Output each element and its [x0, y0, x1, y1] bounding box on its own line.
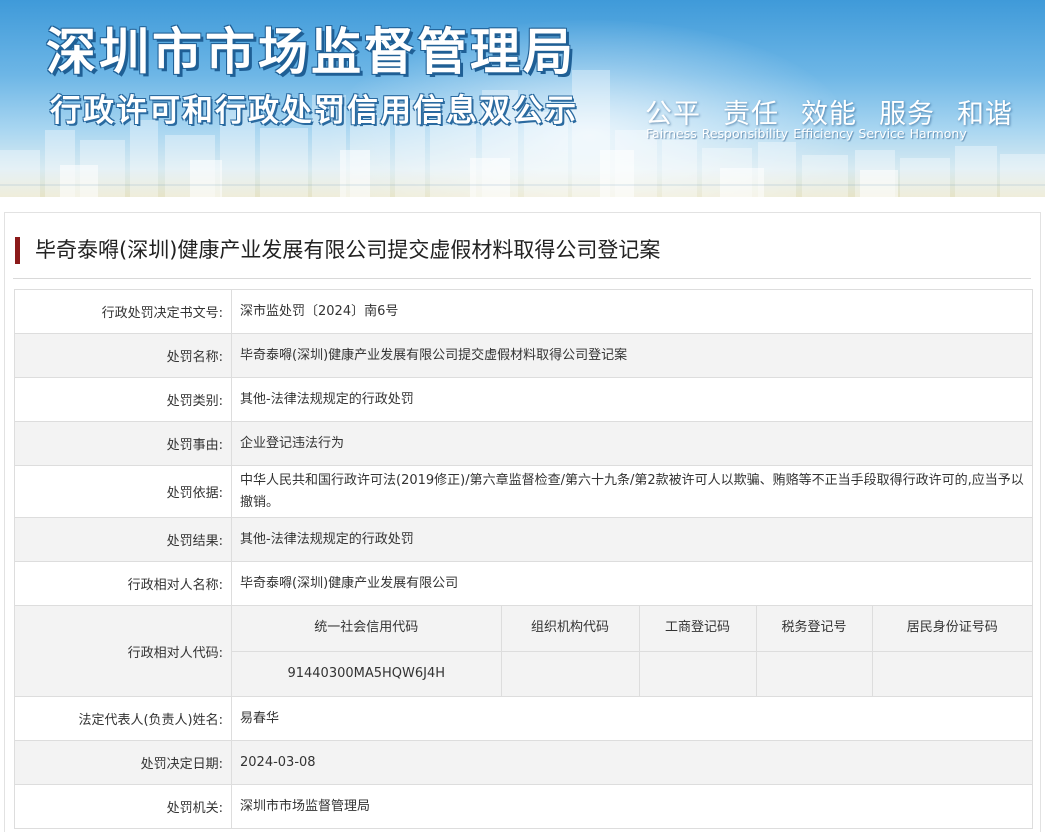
penalty-name-value: 毕奇泰嘚(深圳)健康产业发展有限公司提交虚假材料取得公司登记案	[231, 333, 1033, 378]
id-card-value	[871, 651, 1032, 696]
motto-word-en: Harmony	[909, 126, 967, 141]
penalty-type-value: 其他-法律法规规定的行政处罚	[231, 377, 1033, 422]
party-name-value: 毕奇泰嘚(深圳)健康产业发展有限公司	[231, 561, 1033, 606]
motto-word-en: Responsibility	[701, 126, 789, 141]
decision-number-value: 深市监处罚〔2024〕南6号	[231, 289, 1033, 334]
field-label: 处罚类别:	[14, 377, 232, 422]
decision-date-value: 2024-03-08	[231, 740, 1033, 785]
field-label: 处罚事由:	[14, 421, 232, 466]
page-subtitle: 行政许可和行政处罚信用信息双公示	[50, 93, 578, 129]
table-row: 处罚事由: 企业登记违法行为	[14, 421, 1033, 466]
table-row: 行政处罚决定书文号: 深市监处罚〔2024〕南6号	[14, 289, 1033, 334]
table-row: 处罚名称: 毕奇泰嘚(深圳)健康产业发展有限公司提交虚假材料取得公司登记案	[14, 333, 1033, 378]
legal-rep-value: 易春华	[231, 696, 1033, 741]
header-banner: 深圳市市场监督管理局 行政许可和行政处罚信用信息双公示 公平 责任 效能 服务 和谐 F…	[0, 0, 1045, 197]
code-value-row: 91440300MA5HQW6J4H	[232, 651, 1032, 696]
penalty-reason-value: 企业登记违法行为	[231, 421, 1033, 466]
motto-word-en: Fairness	[646, 126, 697, 141]
field-label: 处罚结果:	[14, 517, 232, 562]
table-row: 处罚依据: 中华人民共和国行政许可法(2019修正)/第六章监督检查/第六十九条…	[14, 465, 1033, 518]
agency-title: 深圳市市场监督管理局	[46, 23, 576, 81]
party-code-cell: 统一社会信用代码 组织机构代码 工商登记码 税务登记号 居民身份证号码 9144…	[231, 605, 1033, 697]
field-label: 处罚机关:	[14, 784, 232, 829]
code-header: 组织机构代码	[500, 606, 639, 652]
field-label: 行政相对人名称:	[14, 561, 232, 606]
code-header: 工商登记码	[638, 606, 756, 652]
table-row: 处罚决定日期: 2024-03-08	[14, 740, 1033, 785]
code-header: 税务登记号	[755, 606, 872, 652]
penalty-result-value: 其他-法律法规规定的行政处罚	[231, 517, 1033, 562]
penalty-info-table: 行政处罚决定书文号: 深市监处罚〔2024〕南6号 处罚名称: 毕奇泰嘚(深圳)…	[14, 289, 1033, 829]
authority-value: 深圳市市场监督管理局	[231, 784, 1033, 829]
motto-word-en: Efficiency	[793, 126, 854, 141]
penalty-basis-value: 中华人民共和国行政许可法(2019修正)/第六章监督检查/第六十九条/第2款被许…	[231, 465, 1033, 518]
code-header-row: 统一社会信用代码 组织机构代码 工商登记码 税务登记号 居民身份证号码	[232, 606, 1032, 652]
field-label: 处罚依据:	[14, 465, 232, 518]
field-label: 处罚名称:	[14, 333, 232, 378]
title-accent-bar	[15, 237, 20, 264]
case-title: 毕奇泰嘚(深圳)健康产业发展有限公司提交虚假材料取得公司登记案	[35, 238, 661, 262]
table-row: 处罚结果: 其他-法律法规规定的行政处罚	[14, 517, 1033, 562]
credit-code-value: 91440300MA5HQW6J4H	[232, 651, 501, 696]
case-title-row: 毕奇泰嘚(深圳)健康产业发展有限公司提交虚假材料取得公司登记案	[13, 233, 1031, 279]
table-row: 行政相对人名称: 毕奇泰嘚(深圳)健康产业发展有限公司	[14, 561, 1033, 606]
table-row: 处罚类别: 其他-法律法规规定的行政处罚	[14, 377, 1033, 422]
motto-word-en: Service	[858, 126, 905, 141]
code-header: 居民身份证号码	[871, 606, 1032, 652]
motto-english: Fairness Responsibility Efficiency Service H…	[646, 126, 972, 141]
table-row: 行政相对人代码: 统一社会信用代码 组织机构代码 工商登记码 税务登记号 居民身…	[14, 605, 1033, 697]
table-row: 处罚机关: 深圳市市场监督管理局	[14, 784, 1033, 829]
tax-reg-value	[755, 651, 872, 696]
field-label: 行政相对人代码:	[14, 605, 232, 697]
field-label: 法定代表人(负责人)姓名:	[14, 696, 232, 741]
org-code-value	[500, 651, 639, 696]
field-label: 处罚决定日期:	[14, 740, 232, 785]
party-code-table: 统一社会信用代码 组织机构代码 工商登记码 税务登记号 居民身份证号码 9144…	[232, 606, 1032, 696]
field-label: 行政处罚决定书文号:	[14, 289, 232, 334]
table-row: 法定代表人(负责人)姓名: 易春华	[14, 696, 1033, 741]
business-reg-value	[638, 651, 756, 696]
code-header: 统一社会信用代码	[232, 606, 501, 652]
case-detail-panel: 毕奇泰嘚(深圳)健康产业发展有限公司提交虚假材料取得公司登记案 行政处罚决定书文…	[4, 212, 1041, 832]
